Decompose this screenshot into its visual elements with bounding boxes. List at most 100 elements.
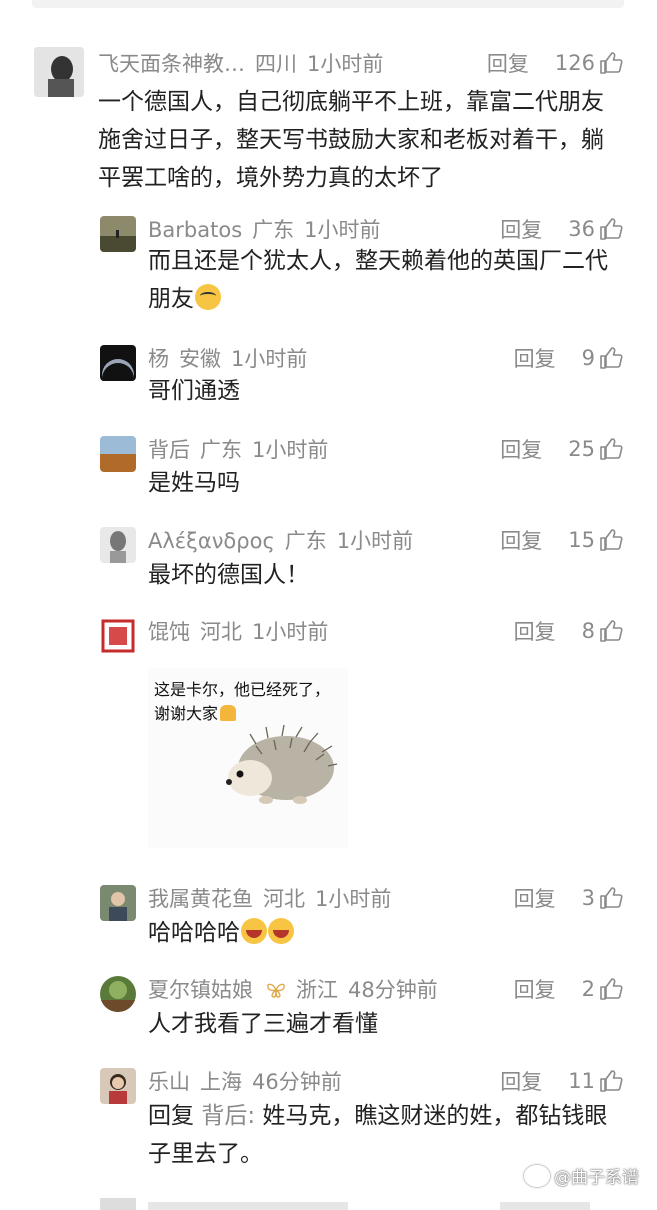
location: 河北 [200, 620, 242, 644]
timestamp: 1小时前 [307, 52, 384, 76]
watermark-text: @曲子系谱 [554, 1168, 639, 1188]
location: 广东 [252, 218, 295, 242]
timestamp: 1小时前 [252, 620, 329, 644]
like-count: 3 [581, 886, 595, 910]
reply-button[interactable]: 回复 [487, 48, 529, 78]
hedgehog-icon [226, 724, 338, 804]
username[interactable]: 飞天面条神教… [98, 52, 245, 76]
top-divider [32, 0, 624, 8]
comment-meta: 我属黄花鱼 河北 1小时前 [148, 883, 401, 913]
timestamp: 48分钟前 [348, 978, 438, 1002]
username[interactable]: Αλέξανδρος [148, 529, 275, 553]
like-count: 8 [581, 619, 595, 643]
avatar[interactable] [100, 527, 136, 563]
avatar[interactable] [100, 1068, 136, 1104]
username[interactable]: 夏尔镇姑娘 [148, 978, 286, 1002]
username[interactable]: 背后 [148, 438, 190, 462]
thumbs-up-icon[interactable] [599, 437, 623, 461]
sweat-emoji-icon [195, 284, 221, 310]
comment-actions: 回复 2 [514, 974, 623, 1004]
location: 广东 [284, 529, 327, 553]
like-count: 15 [568, 528, 595, 552]
comment-text: 回复 背后: 姓马克，瞧这财迷的姓，都钻钱眼子里去了。 [148, 1097, 623, 1173]
thumbs-up-icon[interactable] [599, 528, 623, 552]
comment-actions: 回复 8 [514, 616, 623, 646]
username[interactable]: 我属黄花鱼 [148, 887, 253, 911]
weibo-watermark: @曲子系谱 [524, 1163, 639, 1188]
avatar-person-icon [100, 885, 136, 921]
avatar-landscape-icon [100, 216, 136, 252]
avatar[interactable] [100, 885, 136, 921]
comment-text: 是姓马吗 [148, 470, 240, 496]
avatar[interactable] [100, 345, 136, 381]
sticker-caption: 这是卡尔，他已经死了，谢谢大家 [154, 678, 344, 726]
timestamp: 1小时前 [304, 218, 381, 242]
like-count: 11 [568, 1069, 595, 1093]
sticker-image[interactable]: 这是卡尔，他已经死了，谢谢大家 [148, 668, 348, 848]
avatar[interactable] [100, 436, 136, 472]
comment-actions: 回复 15 [500, 525, 623, 555]
timestamp: 1小时前 [231, 347, 308, 371]
timestamp: 1小时前 [252, 438, 329, 462]
comment-text: 最坏的德国人！ [148, 562, 309, 588]
thumbs-up-icon[interactable] [599, 51, 623, 75]
reply-to-user[interactable]: 背后: [201, 1103, 255, 1129]
like-count: 9 [581, 346, 595, 370]
username[interactable]: 杨 [148, 347, 169, 371]
avatar-seal-icon [100, 618, 136, 654]
thumbs-up-icon[interactable] [599, 977, 623, 1001]
comment-meta: 飞天面条神教… 四川 1小时前 [98, 48, 393, 78]
praying-hands-icon [220, 705, 237, 721]
comment-actions: 回复 3 [514, 883, 623, 913]
avatar[interactable] [100, 976, 136, 1012]
reply-button[interactable]: 回复 [514, 883, 556, 913]
thumbs-up-icon[interactable] [599, 619, 623, 643]
timestamp: 1小时前 [336, 529, 414, 553]
comment-actions: 回复 36 [500, 214, 623, 244]
avatar[interactable] [34, 47, 84, 97]
comment-actions: 回复 11 [500, 1066, 623, 1096]
location: 四川 [255, 52, 297, 76]
location: 广东 [200, 438, 242, 462]
avatar-planet-icon [100, 345, 136, 381]
username[interactable]: Barbatos [148, 218, 242, 242]
avatar-desert-icon [100, 436, 136, 472]
location: 安徽 [179, 347, 221, 371]
next-comment-partial [100, 1190, 620, 1210]
comment-text: 人才我看了三遍才看懂 [148, 1011, 378, 1037]
comment-meta: Barbatos 广东 1小时前 [148, 214, 391, 244]
reply-button[interactable]: 回复 [500, 434, 542, 464]
avatar-girl-icon [100, 1068, 136, 1104]
like-count: 25 [568, 437, 595, 461]
reply-button[interactable]: 回复 [500, 525, 542, 555]
comment-meta: 夏尔镇姑娘 浙江 48分钟前 [148, 974, 448, 1004]
comment-actions: 回复 25 [500, 434, 623, 464]
reply-button[interactable]: 回复 [500, 1066, 542, 1096]
thumbs-up-icon[interactable] [599, 346, 623, 370]
reply-button[interactable]: 回复 [500, 214, 542, 244]
like-count: 36 [568, 217, 595, 241]
comment-text: 一个德国人，自己彻底躺平不上班，靠富二代朋友施舍过日子，整天写书鼓励大家和老板对… [98, 89, 604, 191]
butterfly-badge-icon [267, 983, 285, 998]
thumbs-up-icon[interactable] [599, 217, 623, 241]
username[interactable]: 馄饨 [148, 620, 190, 644]
reply-button[interactable]: 回复 [514, 974, 556, 1004]
comment-actions: 回复 126 [487, 48, 623, 78]
laughing-emoji-icon [268, 918, 294, 944]
reply-button[interactable]: 回复 [514, 616, 556, 646]
reply-prefix: 回复 [148, 1103, 194, 1129]
location: 上海 [200, 1070, 242, 1094]
comment-text: 而且还是个犹太人，整天赖着他的英国厂二代朋友 [148, 242, 628, 318]
username-text: 夏尔镇姑娘 [148, 978, 253, 1002]
thumbs-up-icon[interactable] [599, 1069, 623, 1093]
avatar[interactable] [100, 216, 136, 252]
laughing-emoji-icon [241, 918, 267, 944]
avatar[interactable] [100, 618, 136, 654]
thumbs-up-icon[interactable] [599, 886, 623, 910]
comment-meta: 乐山 上海 46分钟前 [148, 1066, 352, 1096]
username[interactable]: 乐山 [148, 1070, 190, 1094]
reply-button[interactable]: 回复 [514, 343, 556, 373]
avatar-statue-icon [100, 527, 136, 563]
partial-row-icon [100, 1198, 590, 1210]
sticker-caption-text: 这是卡尔，他已经死了，谢谢大家 [154, 680, 331, 723]
